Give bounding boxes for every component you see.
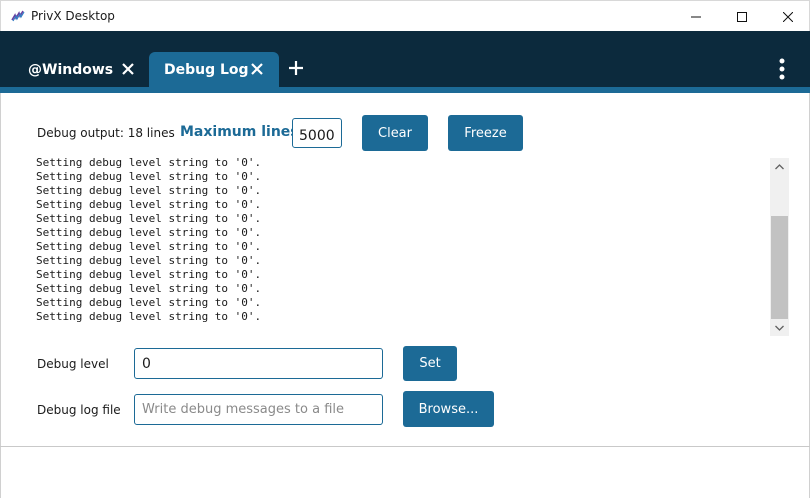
maximize-button[interactable] — [719, 1, 765, 32]
debug-log-file-input[interactable] — [134, 394, 383, 425]
close-icon[interactable] — [250, 62, 264, 76]
close-window-button[interactable] — [765, 1, 810, 32]
window-title: PrivX Desktop — [31, 9, 115, 23]
divider — [0, 446, 810, 447]
log-line: Setting debug level string to '0'. — [36, 170, 262, 183]
debug-level-input[interactable] — [134, 348, 383, 379]
browse-button[interactable]: Browse... — [403, 391, 494, 427]
scroll-up-button[interactable] — [770, 158, 789, 175]
debug-output-count: Debug output: 18 lines — [37, 126, 175, 140]
log-scrollbar[interactable] — [770, 158, 789, 336]
tab-windows[interactable]: @Windows — [14, 52, 148, 87]
debug-log-output[interactable]: Setting debug level string to '0'. Setti… — [36, 156, 766, 336]
maximize-icon — [737, 11, 747, 22]
clear-button[interactable]: Clear — [362, 115, 428, 151]
log-line: Setting debug level string to '0'. — [36, 226, 262, 239]
close-icon — [783, 11, 793, 22]
minimize-icon — [691, 16, 701, 17]
log-line: Setting debug level string to '0'. — [36, 240, 262, 253]
log-line: Setting debug level string to '0'. — [36, 296, 262, 309]
log-line: Setting debug level string to '0'. — [36, 212, 262, 225]
maximum-lines-label: Maximum lines: — [180, 124, 305, 140]
log-line: Setting debug level string to '0'. — [36, 282, 262, 295]
chevron-up-icon — [775, 163, 784, 169]
freeze-button[interactable]: Freeze — [448, 115, 523, 151]
title-bar: PrivX Desktop — [0, 0, 810, 31]
kebab-menu-icon[interactable] — [778, 58, 786, 80]
log-line: Setting debug level string to '0'. — [36, 268, 262, 281]
window-border-left — [0, 93, 1, 498]
minimize-button[interactable] — [673, 1, 719, 32]
tab-bar: @Windows Debug Log — [0, 31, 810, 87]
chevron-down-icon — [775, 325, 784, 331]
tab-accent-line — [0, 87, 810, 93]
maximum-lines-input[interactable] — [292, 118, 342, 148]
tab-label: @Windows — [28, 61, 114, 78]
log-line: Setting debug level string to '0'. — [36, 198, 262, 211]
log-line: Setting debug level string to '0'. — [36, 310, 262, 323]
log-line: Setting debug level string to '0'. — [36, 156, 262, 169]
plus-icon[interactable] — [289, 61, 303, 75]
set-button[interactable]: Set — [403, 346, 457, 381]
tab-label: Debug Log — [164, 61, 249, 78]
scroll-down-button[interactable] — [770, 319, 789, 336]
debug-log-file-label: Debug log file — [37, 403, 121, 417]
log-line: Setting debug level string to '0'. — [36, 184, 262, 197]
close-icon[interactable] — [121, 62, 135, 76]
log-line: Setting debug level string to '0'. — [36, 254, 262, 267]
tab-debug-log[interactable]: Debug Log — [149, 52, 279, 87]
privx-logo-icon — [11, 10, 25, 22]
scroll-thumb[interactable] — [771, 216, 788, 319]
debug-level-label: Debug level — [37, 357, 109, 371]
